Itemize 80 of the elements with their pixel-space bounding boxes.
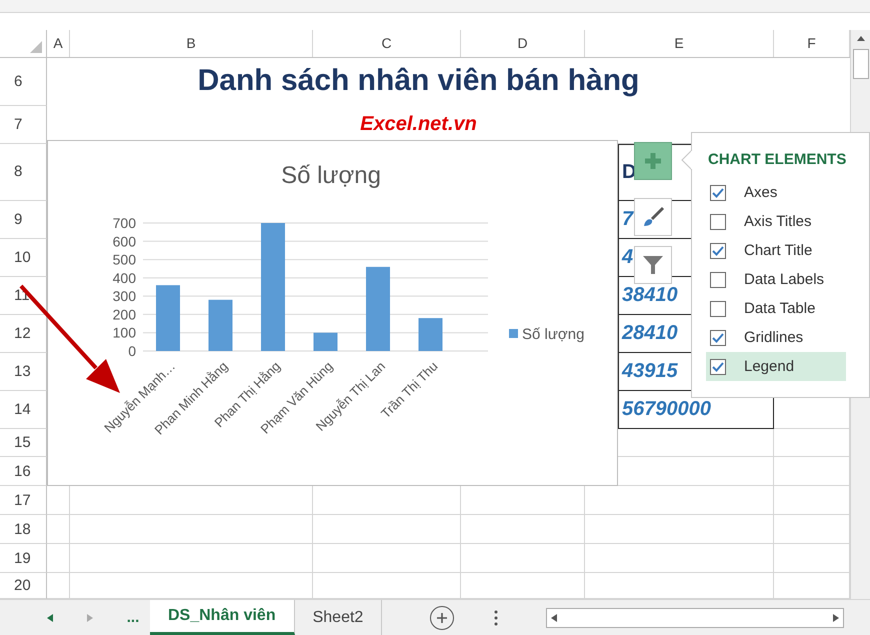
sheet-subtitle: Excel.net.vn xyxy=(360,112,477,136)
column-header[interactable]: D xyxy=(461,30,585,57)
add-element-button[interactable] xyxy=(634,142,672,180)
filter-icon xyxy=(642,254,664,276)
empty-cell[interactable] xyxy=(585,515,774,544)
chart-styles-button[interactable] xyxy=(634,198,672,236)
checkbox[interactable] xyxy=(710,330,726,346)
axis-label: 600 xyxy=(112,233,136,250)
axis-label: 100 xyxy=(112,324,136,341)
plus-icon xyxy=(643,151,663,171)
checkbox[interactable] xyxy=(710,242,726,258)
select-all-icon[interactable] xyxy=(30,40,42,53)
element-option[interactable]: Axes xyxy=(706,178,846,207)
empty-cell[interactable] xyxy=(70,515,313,544)
scroll-up-icon[interactable] xyxy=(856,36,864,41)
option-label: Axis Titles xyxy=(744,213,812,230)
scroll-thumb[interactable] xyxy=(852,49,868,79)
chart-title: Số lượng xyxy=(281,162,381,189)
more-sheets-button[interactable]: ... xyxy=(116,609,150,626)
element-option[interactable]: Axis Titles xyxy=(706,207,846,236)
checkbox[interactable] xyxy=(710,184,726,200)
more-options-icon[interactable] xyxy=(494,610,498,626)
element-option[interactable]: Legend xyxy=(706,352,846,381)
axis-label: 0 xyxy=(128,343,136,359)
bar xyxy=(156,285,180,351)
row-header[interactable]: 17 xyxy=(0,486,47,516)
row-header[interactable]: 7 xyxy=(0,106,47,144)
legend-label: Số lượng xyxy=(522,326,584,343)
element-option[interactable]: Data Labels xyxy=(706,265,846,294)
bar xyxy=(208,300,232,351)
empty-cell[interactable] xyxy=(47,544,70,573)
empty-cell[interactable] xyxy=(461,544,585,573)
empty-cell[interactable] xyxy=(461,515,585,544)
axis-label: 200 xyxy=(112,306,136,322)
horizontal-scrollbar[interactable] xyxy=(546,608,844,628)
element-option[interactable]: Chart Title xyxy=(706,236,846,265)
scroll-left-icon[interactable] xyxy=(551,614,558,622)
brush-icon xyxy=(641,205,665,229)
empty-cell[interactable] xyxy=(47,515,70,544)
sheet-tab[interactable]: Sheet2 xyxy=(294,600,382,635)
checkbox[interactable] xyxy=(710,300,726,316)
option-label: Legend xyxy=(744,358,794,375)
row-header[interactable]: 6 xyxy=(0,58,47,106)
axis-label: 300 xyxy=(112,288,136,304)
chart-filters-button[interactable] xyxy=(634,246,672,284)
menu-title: CHART ELEMENTS xyxy=(708,151,848,168)
empty-cell[interactable] xyxy=(313,515,461,544)
option-label: Gridlines xyxy=(744,329,804,346)
sheet-tab[interactable]: DS_Nhân viên xyxy=(150,600,295,635)
empty-cell[interactable] xyxy=(70,544,313,573)
option-label: Chart Title xyxy=(744,242,812,259)
element-option[interactable]: Gridlines xyxy=(706,323,846,352)
add-sheet-button[interactable] xyxy=(430,606,454,630)
column-header[interactable]: A xyxy=(47,30,70,57)
axis-label: 400 xyxy=(112,270,136,286)
left-arrow-icon xyxy=(47,614,53,622)
option-label: Axes xyxy=(744,184,778,201)
bar xyxy=(418,318,442,351)
checkbox[interactable] xyxy=(710,358,726,374)
checkbox[interactable] xyxy=(710,214,726,230)
scroll-right-icon[interactable] xyxy=(833,614,840,622)
element-option[interactable]: Data Table xyxy=(706,294,846,323)
option-label: Data Table xyxy=(744,300,816,317)
axis-label: 500 xyxy=(112,252,136,268)
empty-cell[interactable] xyxy=(585,544,774,573)
bar xyxy=(314,332,338,351)
right-arrow-icon xyxy=(87,614,93,622)
column-header[interactable]: E xyxy=(585,30,774,57)
column-header[interactable]: B xyxy=(70,30,313,57)
option-label: Data Labels xyxy=(744,271,824,288)
axis-label: 700 xyxy=(112,215,136,231)
empty-cell[interactable] xyxy=(313,544,461,573)
legend-swatch xyxy=(509,329,518,338)
column-header[interactable]: C xyxy=(313,30,461,57)
merged-cell[interactable]: Danh sách nhân viên bán hàng xyxy=(47,58,850,106)
row-header[interactable]: 19 xyxy=(0,544,47,573)
row-header[interactable]: 18 xyxy=(0,515,47,544)
sheet-title: Danh sách nhân viên bán hàng xyxy=(198,64,640,98)
checkbox[interactable] xyxy=(710,272,726,288)
plus-icon xyxy=(436,612,448,624)
